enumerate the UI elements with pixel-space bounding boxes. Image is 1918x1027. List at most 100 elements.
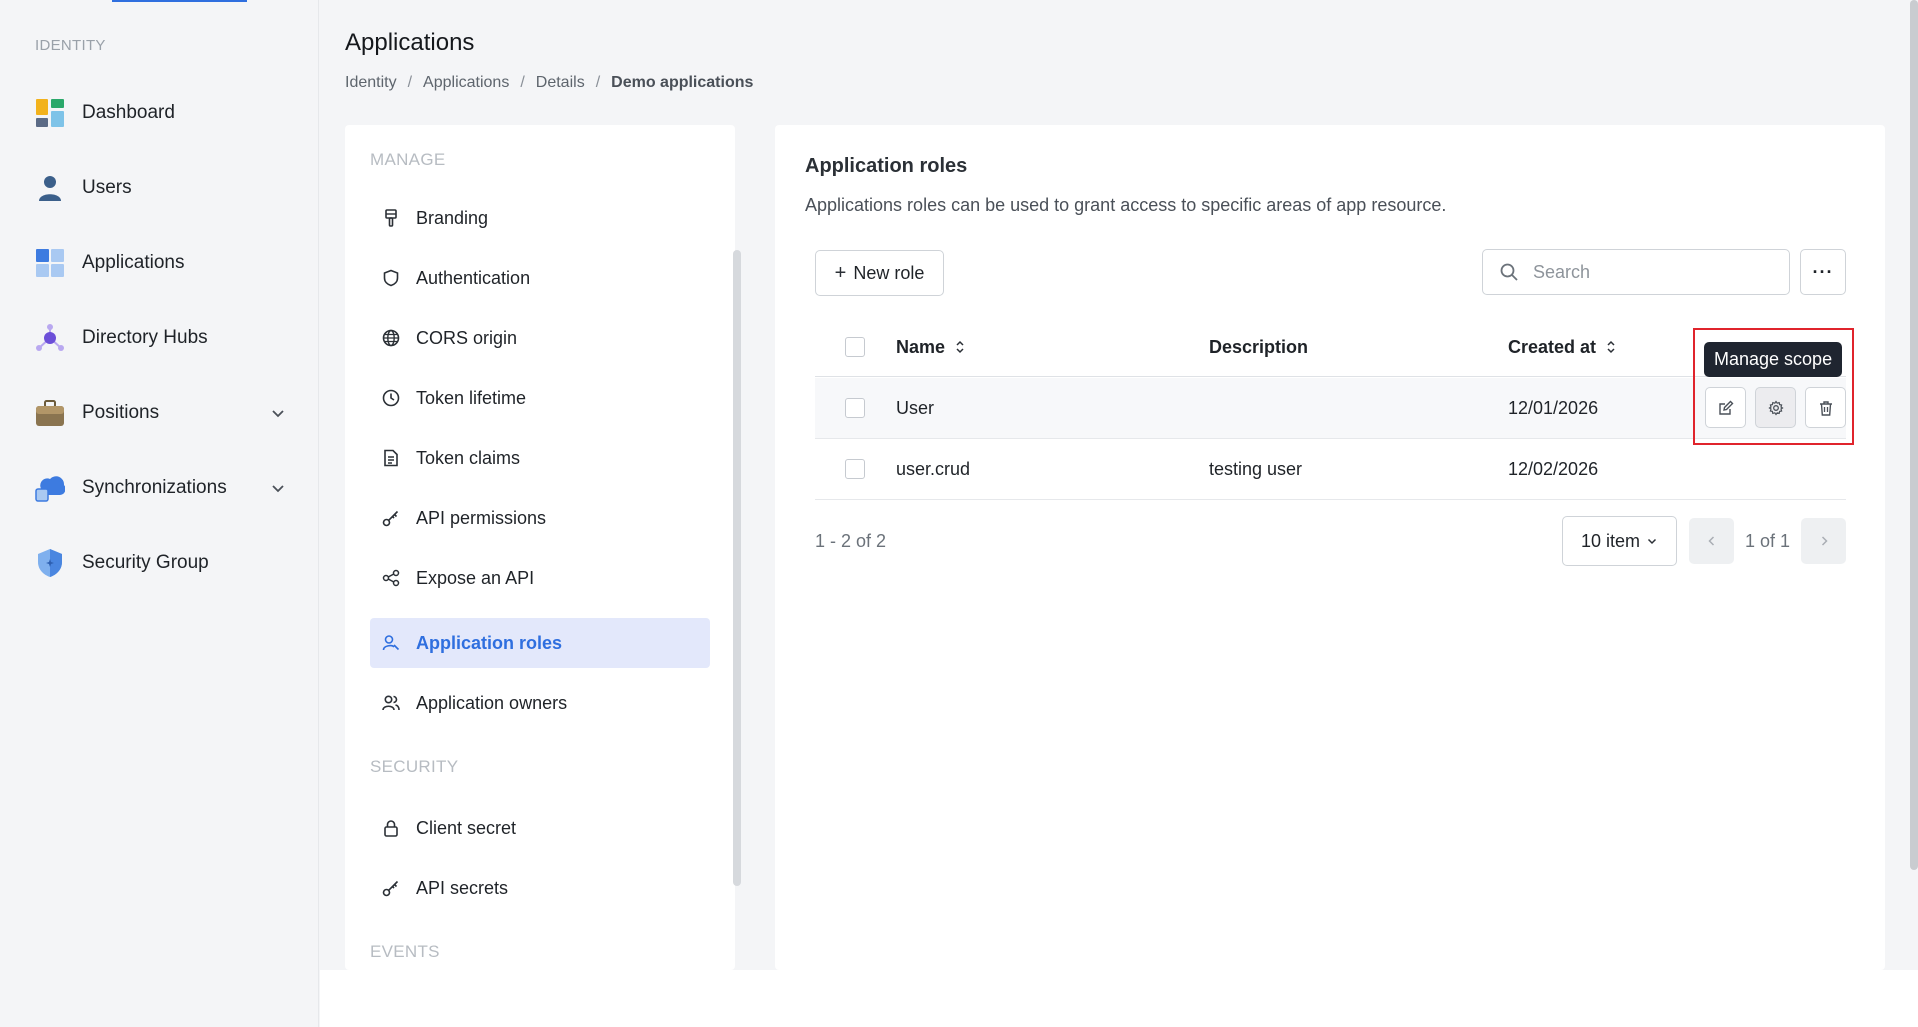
settings-item-token-lifetime[interactable]: Token lifetime xyxy=(370,373,710,423)
role-name: User xyxy=(896,397,935,418)
sidebar-section-label: IDENTITY xyxy=(35,37,106,54)
table-row[interactable]: user.crud testing user 12/02/2026 xyxy=(815,439,1846,500)
page-size-select[interactable]: 10 item xyxy=(1562,516,1677,566)
settings-item-expose-an-api[interactable]: Expose an API xyxy=(370,553,710,603)
chevron-right-icon xyxy=(1821,536,1828,546)
more-options-button[interactable]: ··· xyxy=(1800,249,1846,295)
brush-icon xyxy=(382,209,400,227)
clock-icon xyxy=(382,389,400,407)
search-input[interactable] xyxy=(1533,261,1773,283)
breadcrumb-item-details[interactable]: Details xyxy=(536,74,585,92)
sidebar-item-applications[interactable]: Applications xyxy=(0,233,319,293)
settings-item-label: Branding xyxy=(416,207,489,228)
sidebar-item-positions[interactable]: Positions xyxy=(0,383,319,443)
key-icon xyxy=(382,879,400,897)
new-role-label: New role xyxy=(853,262,925,283)
sidebar-item-label: Dashboard xyxy=(82,102,175,123)
settings-item-api-secrets[interactable]: API secrets xyxy=(370,863,710,913)
table-header: Name Description Created at xyxy=(815,317,1846,377)
sidebar-item-label: Synchronizations xyxy=(82,477,227,498)
column-label: Created at xyxy=(1508,336,1597,357)
key-icon xyxy=(382,509,400,527)
sidebar-item-label: Users xyxy=(82,177,132,198)
chevron-down-icon[interactable] xyxy=(270,405,286,421)
column-header-description: Description xyxy=(1209,336,1309,357)
settings-item-application-owners[interactable]: Application owners xyxy=(370,678,710,728)
previous-page-button[interactable] xyxy=(1689,518,1734,564)
breadcrumb-item-identity[interactable]: Identity xyxy=(345,74,397,92)
bottom-area xyxy=(320,970,1918,1027)
sidebar-item-users[interactable]: Users xyxy=(0,158,319,218)
settings-item-label: Client secret xyxy=(416,817,517,838)
sidebar-item-label: Security Group xyxy=(82,552,209,573)
app-sidebar: IDENTITY Dashboard Users Applications Di… xyxy=(0,0,319,1027)
chevron-left-icon xyxy=(1707,536,1714,546)
dashboard-icon xyxy=(35,98,65,128)
page-indicator: 1 of 1 xyxy=(1745,531,1791,551)
settings-item-label: API secrets xyxy=(416,877,509,898)
document-icon xyxy=(382,449,400,467)
briefcase-icon xyxy=(35,398,65,428)
page-size-value: 10 item xyxy=(1580,530,1641,551)
settings-item-api-permissions[interactable]: API permissions xyxy=(370,493,710,543)
table-row[interactable]: User 12/01/2026 xyxy=(815,378,1846,439)
sort-icon[interactable] xyxy=(955,340,965,354)
highlight-annotation xyxy=(1693,328,1854,445)
breadcrumb-separator: / xyxy=(520,74,525,91)
settings-item-label: Token claims xyxy=(416,447,521,468)
section-title: Application roles xyxy=(805,155,968,177)
sidebar-item-synchronizations[interactable]: Synchronizations xyxy=(0,458,319,518)
settings-item-label: Expose an API xyxy=(416,567,535,588)
application-roles-panel: Application roles Applications roles can… xyxy=(775,125,1885,970)
lock-icon xyxy=(382,819,400,837)
window-scrollbar[interactable] xyxy=(1910,0,1918,870)
shield-outline-icon xyxy=(382,269,400,287)
sidebar-item-directory-hubs[interactable]: Directory Hubs xyxy=(0,308,319,368)
settings-item-label: CORS origin xyxy=(416,327,518,348)
next-page-button[interactable] xyxy=(1801,518,1846,564)
breadcrumb: Identity / Applications / Details / Demo… xyxy=(345,74,753,92)
top-accent-bar xyxy=(112,0,247,2)
row-checkbox[interactable] xyxy=(845,459,865,479)
applications-icon xyxy=(35,248,65,278)
select-all-checkbox[interactable] xyxy=(845,337,865,357)
user-icon xyxy=(35,173,65,203)
breadcrumb-separator: / xyxy=(595,74,601,91)
breadcrumb-item-current: Demo applications xyxy=(611,74,754,91)
settings-item-cors-origin[interactable]: CORS origin xyxy=(370,313,710,363)
search-box[interactable] xyxy=(1482,249,1790,295)
plus-icon: + xyxy=(834,261,847,284)
column-label: Name xyxy=(896,336,946,357)
breadcrumb-item-applications[interactable]: Applications xyxy=(423,74,509,92)
column-header-name[interactable]: Name xyxy=(896,317,965,377)
new-role-button[interactable]: + New role xyxy=(815,250,944,296)
sort-icon[interactable] xyxy=(1606,340,1616,354)
directory-hub-icon xyxy=(35,323,65,353)
security-group-label: SECURITY xyxy=(370,757,459,776)
manage-group-label: MANAGE xyxy=(370,150,446,169)
settings-item-token-claims[interactable]: Token claims xyxy=(370,433,710,483)
settings-item-application-roles[interactable]: Application roles xyxy=(370,618,710,668)
users-icon xyxy=(382,694,400,712)
sidebar-item-label: Applications xyxy=(82,252,185,273)
row-checkbox[interactable] xyxy=(845,398,865,418)
settings-item-branding[interactable]: Branding xyxy=(370,193,710,243)
sidebar-item-label: Directory Hubs xyxy=(82,327,208,348)
role-created-at: 12/01/2026 xyxy=(1508,397,1599,418)
sidebar-item-security-group[interactable]: Security Group xyxy=(0,533,319,593)
share-icon xyxy=(382,569,400,587)
role-created-at: 12/02/2026 xyxy=(1508,458,1599,479)
sidebar-item-dashboard[interactable]: Dashboard xyxy=(0,83,319,143)
shield-icon xyxy=(35,548,65,578)
search-icon xyxy=(1500,263,1518,281)
chevron-down-icon[interactable] xyxy=(270,480,286,496)
cloud-sync-icon xyxy=(35,473,65,503)
section-description: Applications roles can be used to grant … xyxy=(805,195,1447,215)
settings-item-client-secret[interactable]: Client secret xyxy=(370,803,710,853)
settings-scrollbar[interactable] xyxy=(733,250,741,886)
settings-item-label: Token lifetime xyxy=(416,387,527,408)
column-header-created-at[interactable]: Created at xyxy=(1508,317,1616,377)
settings-item-authentication[interactable]: Authentication xyxy=(370,253,710,303)
user-role-icon xyxy=(382,634,400,652)
page-title: Applications xyxy=(345,29,475,56)
